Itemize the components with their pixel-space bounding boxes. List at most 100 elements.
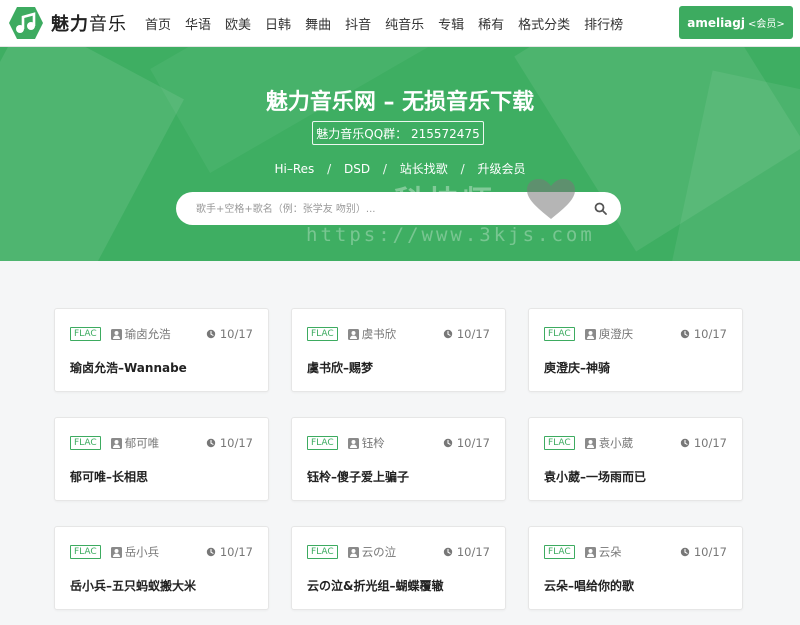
song-card[interactable]: FLAC 袁小葳 10/17 袁小葳–一场雨而已 (528, 417, 743, 501)
song-date: 10/17 (693, 436, 727, 450)
song-artist[interactable]: 袁小葳 (599, 435, 634, 451)
format-badge: FLAC (307, 436, 338, 450)
song-card[interactable]: FLAC 瑜卤允浩 10/17 瑜卤允浩–Wannabe (54, 308, 269, 392)
search-input[interactable] (194, 192, 578, 227)
clock-icon (443, 547, 453, 557)
format-badge: FLAC (544, 327, 575, 341)
hero-link-hires[interactable]: Hi–Res (274, 162, 314, 176)
user-icon (347, 437, 359, 449)
format-badge: FLAC (70, 327, 101, 341)
song-title[interactable]: 虞书欣–赐梦 (307, 359, 495, 376)
song-card[interactable]: FLAC 庾澄庆 10/17 庾澄庆–神骑 (528, 308, 743, 392)
search-icon[interactable] (594, 202, 607, 215)
nav-item-western[interactable]: 欧美 (225, 14, 251, 33)
site-logo-text-light: 音乐 (89, 14, 127, 35)
song-date: 10/17 (456, 545, 490, 559)
song-title[interactable]: 郁可唯–长相思 (70, 468, 258, 485)
format-badge: FLAC (70, 545, 101, 559)
song-artist[interactable]: 瑜卤允浩 (125, 326, 171, 342)
nav-item-albums[interactable]: 专辑 (438, 14, 464, 33)
nav-item-jp-kr[interactable]: 日韩 (265, 14, 291, 33)
heart-icon (527, 179, 575, 219)
user-icon (110, 546, 122, 558)
song-card[interactable]: FLAC 郁可唯 10/17 郁可唯–长相思 (54, 417, 269, 501)
user-role: <会员> (748, 19, 785, 30)
clock-icon (443, 438, 453, 448)
format-badge: FLAC (70, 436, 101, 450)
song-artist[interactable]: 虞书欣 (362, 326, 397, 342)
song-card[interactable]: FLAC 云の泣 10/17 云の泣&折光组–蝴蝶覆辙 (291, 526, 506, 610)
hero-title: 魅力音乐网 – 无损音乐下载 (265, 90, 535, 115)
song-artist[interactable]: 郁可唯 (125, 435, 160, 451)
clock-icon (206, 329, 216, 339)
qq-group-badge: 魅力音乐QQ群： 215572475 (312, 121, 484, 145)
song-card[interactable]: FLAC 云朵 10/17 云朵–唱给你的歌 (528, 526, 743, 610)
song-date: 10/17 (693, 327, 727, 341)
song-date: 10/17 (456, 327, 490, 341)
user-icon (584, 437, 596, 449)
song-title[interactable]: 庾澄庆–神骑 (544, 359, 732, 376)
song-title[interactable]: 云朵–唱给你的歌 (544, 577, 732, 594)
user-account-button[interactable]: ameliagj <会员> (679, 6, 793, 39)
nav-item-dance[interactable]: 舞曲 (305, 14, 331, 33)
song-date-wrap: 10/17 (206, 327, 253, 341)
song-card-meta: FLAC 瑜卤允浩 10/17 (70, 326, 253, 342)
nav-item-rare[interactable]: 稀有 (478, 14, 504, 33)
nav-item-douyin[interactable]: 抖音 (345, 14, 371, 33)
song-date-wrap: 10/17 (206, 436, 253, 450)
clock-icon (680, 547, 690, 557)
nav-item-instrumental[interactable]: 纯音乐 (385, 14, 424, 33)
song-date-wrap: 10/17 (206, 545, 253, 559)
site-logo-text-bold: 魅力 (51, 14, 89, 35)
song-title[interactable]: 岳小兵–五只蚂蚁搬大米 (70, 577, 258, 594)
nav-item-formats[interactable]: 格式分类 (518, 14, 570, 33)
nav-item-charts[interactable]: 排行榜 (584, 14, 623, 33)
song-date-wrap: 10/17 (680, 545, 727, 559)
music-note-logo-icon (9, 7, 43, 39)
song-artist[interactable]: 岳小兵 (125, 544, 160, 560)
site-logo[interactable]: 魅力音乐 (8, 6, 127, 40)
song-card-meta: FLAC 袁小葳 10/17 (544, 435, 727, 451)
hero-link-dsd[interactable]: DSD (344, 162, 370, 176)
user-icon (584, 328, 596, 340)
hero-link-separator: / (382, 162, 387, 176)
song-card-meta: FLAC 云朵 10/17 (544, 544, 727, 560)
song-date: 10/17 (456, 436, 490, 450)
user-icon (584, 546, 596, 558)
song-card[interactable]: FLAC 岳小兵 10/17 岳小兵–五只蚂蚁搬大米 (54, 526, 269, 610)
song-title[interactable]: 袁小葳–一场雨而已 (544, 468, 732, 485)
hero-link-request-song[interactable]: 站长找歌 (400, 162, 448, 176)
song-date: 10/17 (693, 545, 727, 559)
song-date-wrap: 10/17 (443, 327, 490, 341)
song-title[interactable]: 瑜卤允浩–Wannabe (70, 359, 258, 376)
hero-link-upgrade-vip[interactable]: 升级会员 (478, 162, 526, 176)
song-artist[interactable]: 云の泣 (362, 544, 397, 560)
format-badge: FLAC (544, 545, 575, 559)
clock-icon (443, 329, 453, 339)
song-card[interactable]: FLAC 钰柃 10/17 钰柃–傻子爱上骗子 (291, 417, 506, 501)
song-date-wrap: 10/17 (443, 436, 490, 450)
song-artist[interactable]: 庾澄庆 (599, 326, 634, 342)
clock-icon (206, 547, 216, 557)
song-artist[interactable]: 云朵 (599, 544, 622, 560)
main-nav: 首页 华语 欧美 日韩 舞曲 抖音 纯音乐 专辑 稀有 格式分类 排行榜 (138, 0, 630, 46)
song-artist[interactable]: 钰柃 (362, 435, 385, 451)
song-date-wrap: 10/17 (680, 327, 727, 341)
song-card-meta: FLAC 钰柃 10/17 (307, 435, 490, 451)
song-title[interactable]: 钰柃–傻子爱上骗子 (307, 468, 495, 485)
site-header: 魅力音乐 首页 华语 欧美 日韩 舞曲 抖音 纯音乐 专辑 稀有 格式分类 排行… (0, 0, 800, 47)
hero-link-separator: / (327, 162, 332, 176)
song-card-grid: FLAC 瑜卤允浩 10/17 瑜卤允浩–Wannabe FLAC 虞书欣 10/17 虞书欣… (54, 308, 744, 610)
format-badge: FLAC (544, 436, 575, 450)
song-date-wrap: 10/17 (680, 436, 727, 450)
nav-item-home[interactable]: 首页 (145, 14, 171, 33)
song-title[interactable]: 云の泣&折光组–蝴蝶覆辙 (307, 577, 495, 594)
song-card-meta: FLAC 虞书欣 10/17 (307, 326, 490, 342)
watermark-text: 科技师 (394, 185, 496, 220)
clock-icon (680, 438, 690, 448)
site-logo-text: 魅力音乐 (51, 10, 127, 36)
clock-icon (680, 329, 690, 339)
nav-item-chinese[interactable]: 华语 (185, 14, 211, 33)
song-card-meta: FLAC 岳小兵 10/17 (70, 544, 253, 560)
song-card[interactable]: FLAC 虞书欣 10/17 虞书欣–赐梦 (291, 308, 506, 392)
